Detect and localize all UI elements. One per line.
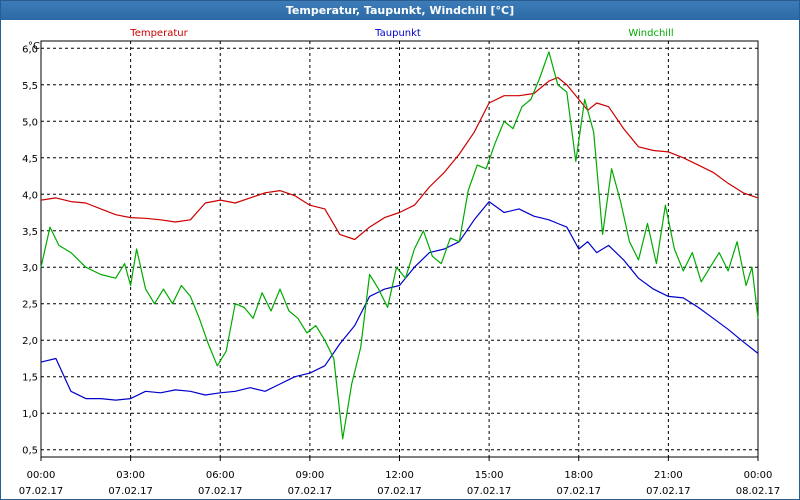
x-tick-date: 07.02.17 [108, 486, 153, 497]
y-axis-label: °C [28, 41, 40, 52]
y-tick-label: 5,5 [22, 81, 38, 92]
x-tick-time: 09:00 [295, 470, 324, 481]
x-tick-date: 07.02.17 [288, 486, 333, 497]
y-tick-label: 0,5 [22, 446, 38, 457]
chart-window: Temperatur, Taupunkt, Windchill [°C] 6,0… [0, 0, 800, 500]
legend-temperatur: Temperatur [129, 28, 188, 39]
x-tick-date: 07.02.17 [198, 486, 243, 497]
x-tick-time: 18:00 [564, 470, 593, 481]
y-tick-label: 4,0 [22, 190, 38, 201]
x-tick-date: 07.02.17 [556, 486, 601, 497]
x-tick-time: 21:00 [654, 470, 683, 481]
chart-svg: 6,05,55,04,54,03,53,02,52,01,51,00,5°C00… [19, 28, 781, 497]
y-tick-label: 1,5 [22, 373, 38, 384]
x-tick-date: 07.02.17 [19, 486, 64, 497]
x-tick-time: 15:00 [475, 470, 504, 481]
x-tick-time: 00:00 [744, 470, 773, 481]
y-tick-label: 4,5 [22, 154, 38, 165]
x-tick-date: 07.02.17 [646, 486, 691, 497]
x-tick-date: 07.02.17 [377, 486, 422, 497]
legend-taupunkt: Taupunkt [374, 28, 421, 39]
x-tick-time: 03:00 [116, 470, 145, 481]
x-tick-time: 12:00 [385, 470, 414, 481]
x-tick-date: 07.02.17 [467, 486, 512, 497]
y-tick-label: 3,0 [22, 263, 38, 274]
y-tick-label: 1,0 [22, 409, 38, 420]
y-tick-label: 5,0 [22, 117, 38, 128]
x-tick-date: 08.02.17 [736, 486, 781, 497]
legend-windchill: Windchill [628, 28, 673, 39]
x-tick-time: 06:00 [206, 470, 235, 481]
y-tick-label: 2,0 [22, 336, 38, 347]
y-tick-label: 2,5 [22, 300, 38, 311]
y-tick-label: 3,5 [22, 227, 38, 238]
x-tick-time: 00:00 [27, 470, 56, 481]
